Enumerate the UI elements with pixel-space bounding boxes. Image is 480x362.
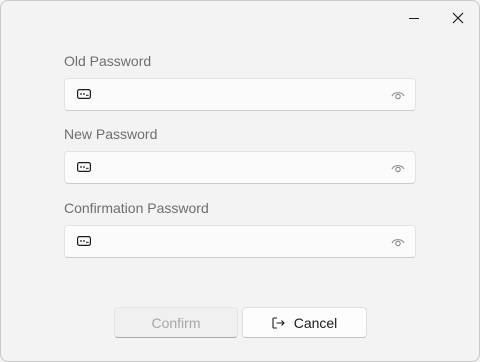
new-password-field[interactable] xyxy=(64,151,416,184)
eye-icon[interactable] xyxy=(391,162,405,174)
eye-icon[interactable] xyxy=(391,89,405,101)
eye-icon[interactable] xyxy=(391,236,405,248)
confirmation-password-field[interactable] xyxy=(64,225,416,258)
confirmation-password-input[interactable] xyxy=(99,226,381,257)
password-key-icon xyxy=(77,89,91,99)
change-password-dialog: Old Password New Password Confirmation P… xyxy=(0,0,480,362)
confirmation-password-label: Confirmation Password xyxy=(64,200,209,216)
minimize-icon xyxy=(409,17,419,19)
cancel-button-label: Cancel xyxy=(293,314,338,331)
confirm-button[interactable]: Confirm xyxy=(114,307,238,338)
cancel-button[interactable]: Cancel xyxy=(242,307,367,338)
password-key-icon xyxy=(77,162,91,172)
minimize-button[interactable] xyxy=(391,1,437,35)
confirm-button-label: Confirm xyxy=(151,314,201,331)
old-password-input[interactable] xyxy=(99,79,381,110)
password-key-icon xyxy=(77,236,91,246)
new-password-label: New Password xyxy=(64,126,158,142)
close-button[interactable] xyxy=(435,1,479,35)
new-password-input[interactable] xyxy=(99,152,381,183)
sign-out-icon xyxy=(272,316,285,329)
old-password-label: Old Password xyxy=(64,53,152,69)
close-icon xyxy=(452,12,464,24)
old-password-field[interactable] xyxy=(64,78,416,111)
